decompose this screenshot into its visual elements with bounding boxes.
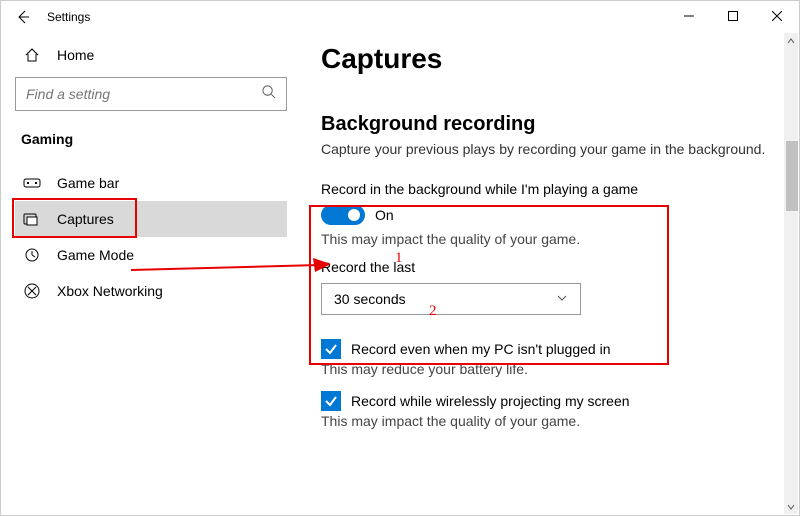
checkbox-icon [321, 391, 341, 411]
checkbox-hint: This may impact the quality of your game… [321, 413, 779, 429]
sidebar: Home Gaming Game bar Captures [1, 33, 301, 515]
sidebar-section-title: Gaming [15, 131, 287, 147]
window-title: Settings [47, 10, 90, 24]
game-mode-icon [21, 247, 43, 263]
chevron-down-icon [556, 291, 568, 307]
checkbox-label: Record even when my PC isn't plugged in [351, 341, 610, 357]
toggle-title: Record in the background while I'm playi… [321, 181, 779, 197]
scrollbar-track[interactable] [784, 33, 798, 514]
dropdown-value: 30 seconds [334, 291, 406, 307]
checkbox-plugged-in[interactable]: Record even when my PC isn't plugged in [321, 339, 779, 359]
page-title: Captures [321, 43, 779, 75]
window-body: Home Gaming Game bar Captures [1, 33, 799, 515]
back-button[interactable] [13, 7, 33, 27]
checkbox-wireless-project[interactable]: Record while wirelessly projecting my sc… [321, 391, 779, 411]
sidebar-item-label: Captures [57, 211, 114, 227]
sidebar-item-captures[interactable]: Captures [15, 201, 287, 237]
toggle-hint: This may impact the quality of your game… [321, 231, 779, 247]
checkbox-label: Record while wirelessly projecting my sc… [351, 393, 630, 409]
maximize-button[interactable] [711, 1, 755, 31]
dropdown-label: Record the last [321, 259, 779, 275]
sidebar-item-game-bar[interactable]: Game bar [15, 165, 287, 201]
game-bar-icon [21, 176, 43, 190]
toggle-row: On [321, 205, 779, 225]
xbox-icon [21, 283, 43, 299]
toggle-state-label: On [375, 207, 394, 223]
window-controls [667, 1, 799, 31]
checkbox-icon [321, 339, 341, 359]
sidebar-item-label: Game bar [57, 175, 119, 191]
section-description: Capture your previous plays by recording… [321, 140, 779, 159]
close-button[interactable] [755, 1, 799, 31]
scrollbar-thumb[interactable] [786, 141, 798, 211]
sidebar-item-label: Xbox Networking [57, 283, 163, 299]
section-title: Background recording [321, 113, 779, 136]
captures-icon [21, 212, 43, 226]
sidebar-item-label: Game Mode [57, 247, 134, 263]
search-box[interactable] [15, 77, 287, 111]
search-icon [261, 84, 276, 104]
sidebar-item-xbox-networking[interactable]: Xbox Networking [15, 273, 287, 309]
settings-window: Settings Home Gaming [0, 0, 800, 516]
checkbox-hint: This may reduce your battery life. [321, 361, 779, 377]
toggle-knob [348, 209, 360, 221]
minimize-button[interactable] [667, 1, 711, 31]
sidebar-home[interactable]: Home [15, 39, 287, 71]
search-input[interactable] [26, 86, 261, 102]
scrollbar-down[interactable] [784, 500, 798, 514]
main-content: Captures Background recording Capture yo… [301, 33, 799, 515]
scrollbar-up[interactable] [784, 34, 798, 48]
sidebar-item-game-mode[interactable]: Game Mode [15, 237, 287, 273]
background-record-toggle[interactable] [321, 205, 365, 225]
home-icon [21, 47, 43, 63]
arrow-left-icon [15, 9, 31, 25]
record-last-dropdown[interactable]: 30 seconds [321, 283, 581, 315]
sidebar-home-label: Home [57, 47, 94, 63]
